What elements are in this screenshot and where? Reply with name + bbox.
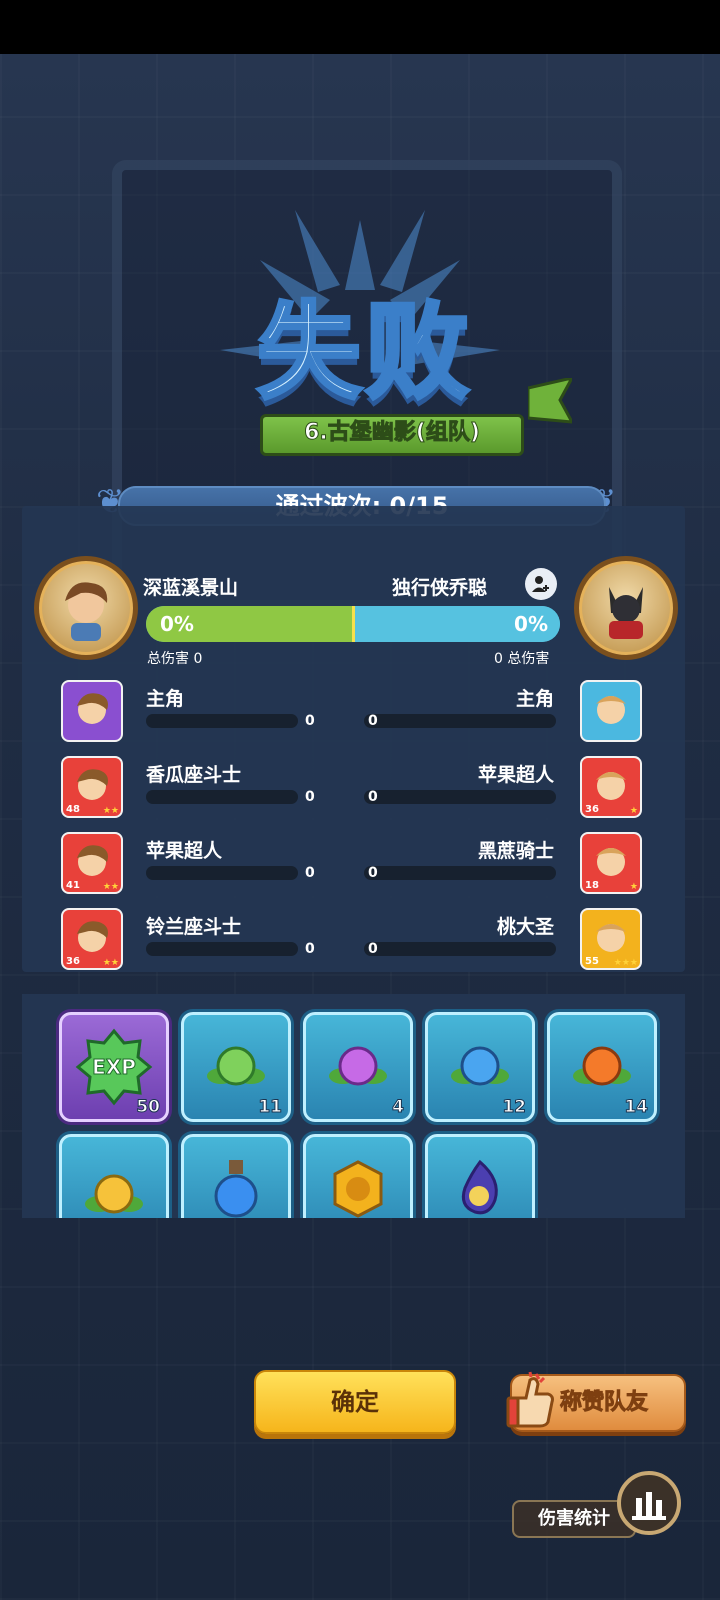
hero-card-right[interactable] [580,680,642,742]
bar-chart-icon [617,1471,681,1535]
hero-name-right: 主角 [515,688,554,710]
hero-level: 36 [585,804,599,815]
hero-stars: ★★ [102,882,119,892]
exp-text: EXP [92,1055,136,1079]
flame-orb-icon [461,1159,498,1215]
hero-name-right: 黑蔗骑士 [477,840,554,862]
hero-damage-bar-right [364,866,556,880]
reward-item[interactable]: 11 [181,1012,291,1122]
reward-count: 50 [136,1097,161,1118]
hero-card-right[interactable]: 36 ★ [580,756,642,818]
hero-level: 48 [66,804,80,815]
reward-item[interactable]: 14 [547,1012,657,1122]
hero-level: 36 [66,956,80,967]
hero-name-left: 主角 [146,688,185,710]
hero-damage-left: 0 [305,713,315,729]
reward-item[interactable] [181,1134,291,1218]
hero-damage-right: 0 [368,865,378,881]
hero-stars: ★★ [102,958,119,968]
stage-name: 6.古堡幽影(组队) [260,414,524,456]
praise-teammate-label: 称赞队友 [559,1390,649,1416]
player-right-avatar[interactable] [574,556,678,660]
hero-damage-left: 0 [305,789,315,805]
hero-damage-bar-left [146,942,298,956]
result-title: 失败 [255,290,473,414]
player-left-damage-pct: 0% [160,612,194,636]
reward-item[interactable] [59,1134,169,1218]
praise-teammate-button[interactable]: 称赞队友 [506,1371,686,1432]
player-left-name: 深蓝溪景山 [143,577,239,599]
hero-portrait-icon [596,696,626,724]
hero-name-right: 苹果超人 [477,764,554,786]
hero-damage-left: 0 [305,865,315,881]
hero-damage-bar-right [364,942,556,956]
player-left-total-damage: 总伤害 0 [147,651,203,667]
player-right-avatar-icon [609,587,643,639]
player-left-avatar[interactable] [34,556,138,660]
hero-card-right[interactable]: 55 ★★★ [580,908,642,970]
damage-stats-button[interactable]: 伤害统计 [512,1470,682,1540]
coin-icon [333,1160,383,1218]
reward-count: 4 [392,1097,405,1118]
damage-share-divider [352,606,355,642]
hero-stars: ★ [629,806,638,816]
hero-portrait-icon [77,693,108,724]
hero-damage-bar-left [146,866,298,880]
hero-stars: ★★ [102,806,119,816]
hero-card-left[interactable] [61,680,123,742]
hero-level: 18 [585,880,599,891]
reward-item[interactable]: 4 [303,1012,413,1122]
hero-name-right: 桃大圣 [496,916,554,938]
add-friend-icon[interactable] [525,568,557,600]
hero-damage-bar-right [364,714,556,728]
hero-damage-bar-left [146,714,298,728]
hero-level: 41 [66,880,80,891]
hero-damage-bar-left [146,790,298,804]
reward-item[interactable] [303,1134,413,1218]
reward-count: 11 [258,1097,283,1118]
ribbon-tail-icon [528,378,572,424]
reward-count: 14 [624,1097,649,1118]
player-right-damage-pct: 0% [514,612,548,636]
hero-level: 55 [585,956,599,967]
green-seed-icon [207,1046,265,1086]
thumbs-up-icon [506,1371,554,1428]
exp-icon: EXP [75,1028,153,1106]
hero-card-right[interactable]: 18 ★ [580,832,642,894]
purple-seed-icon [329,1046,387,1086]
gold-seed-icon [85,1174,143,1214]
reward-item[interactable]: EXP 50 [59,1012,169,1122]
player-right-total-damage: 0 总伤害 [494,651,550,667]
result-banner: 失败 6.古堡幽影(组队) [150,290,572,470]
player-right-name: 独行侠乔聪 [392,577,488,599]
reward-panel: EXP 50 11 4 12 14 [22,994,685,1218]
player-left-avatar-icon [65,582,108,641]
confirm-button[interactable]: 确定 [254,1370,456,1434]
hero-damage-right: 0 [368,941,378,957]
add-friend-icon-glyph [532,576,549,592]
fire-seed-icon [573,1046,631,1086]
blue-seed-icon [451,1046,509,1086]
hero-name-left: 铃兰座斗士 [146,916,242,938]
hero-name-left: 香瓜座斗士 [146,764,242,786]
reward-item[interactable] [425,1134,535,1218]
hero-damage-right: 0 [368,789,378,805]
hero-damage-bar-right [364,790,556,804]
hero-stars: ★★★ [613,958,638,968]
hero-damage-left: 0 [305,941,315,957]
reward-item[interactable]: 12 [425,1012,535,1122]
hero-damage-right: 0 [368,713,378,729]
status-bar [0,0,720,54]
hero-card-left[interactable]: 41 ★★ [61,832,123,894]
hero-stars: ★ [629,882,638,892]
hero-name-left: 苹果超人 [146,840,223,862]
potion-icon [214,1160,258,1218]
damage-share-bar: 0% 0% [146,606,560,642]
hero-card-left[interactable]: 36 ★★ [61,908,123,970]
hero-card-left[interactable]: 48 ★★ [61,756,123,818]
reward-count: 12 [502,1097,527,1118]
